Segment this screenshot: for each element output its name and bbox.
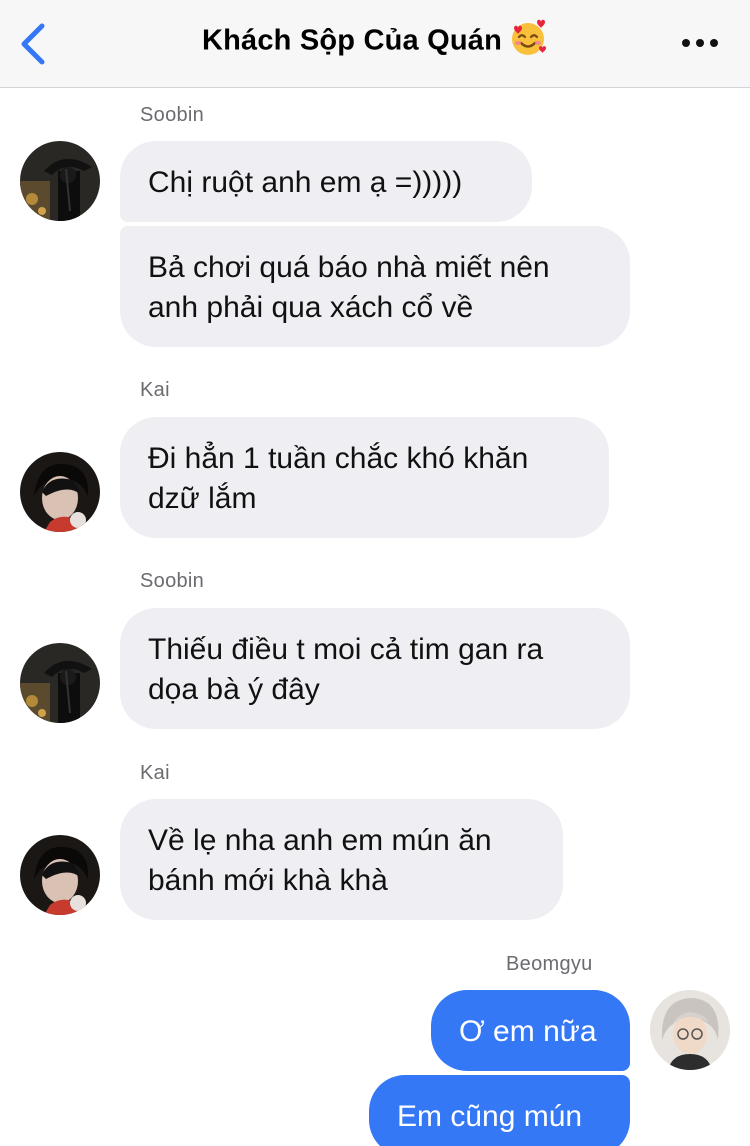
avatar-image — [20, 452, 100, 532]
sender-name: Kai — [140, 762, 170, 784]
more-options-button[interactable] — [680, 30, 720, 56]
sender-name: Kai — [140, 379, 170, 401]
avatar-image — [20, 141, 100, 221]
sender-name: Beomgyu — [506, 953, 593, 975]
avatar-image — [20, 835, 100, 915]
chat-title: Khách Sộp Của Quán — [201, 24, 503, 57]
message-bubble[interactable]: Chị ruột anh em ạ =))))) — [120, 141, 532, 222]
soobin-avatar[interactable] — [20, 643, 100, 723]
sender-name: Soobin — [140, 570, 205, 592]
sender-name: Soobin — [140, 104, 205, 126]
avatar-image — [20, 643, 100, 723]
message-bubble[interactable]: Thiếu điều t moi cả tim gan ra dọa bà ý … — [120, 608, 630, 729]
chat-title-area[interactable]: Khách Sộp Của Quán — [0, 19, 750, 58]
message-bubble[interactable]: Bả chơi quá báo nhà miết nên anh phải qu… — [120, 226, 630, 347]
message-bubble[interactable]: Ơ em nữa — [431, 990, 630, 1071]
soobin-avatar[interactable] — [20, 141, 100, 221]
message-bubble[interactable]: Em cũng mún — [369, 1075, 630, 1146]
message-bubble[interactable]: Về lẹ nha anh em mún ăn bánh mới khà khà — [120, 799, 563, 920]
smiling-face-with-hearts-icon — [512, 19, 547, 55]
kai-avatar[interactable] — [20, 835, 100, 915]
beomgyu-avatar[interactable] — [650, 990, 730, 1070]
message-bubble[interactable]: Đi hẳn 1 tuần chắc khó khăn dzữ lắm — [120, 417, 609, 538]
kai-avatar[interactable] — [20, 452, 100, 532]
avatar-image — [650, 990, 730, 1070]
more-dots-icon — [682, 39, 718, 47]
chat-header: Khách Sộp Của Quán — [0, 0, 750, 88]
